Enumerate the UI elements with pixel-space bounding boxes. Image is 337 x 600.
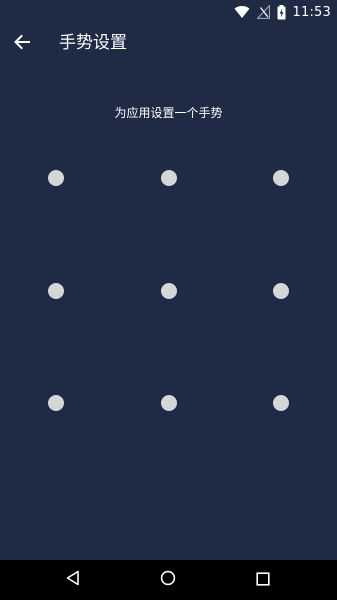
navigation-bar: [0, 560, 337, 600]
nav-recents-button[interactable]: [253, 570, 273, 590]
pattern-dot-5[interactable]: [161, 283, 177, 299]
nav-back-button[interactable]: [63, 570, 83, 590]
pattern-dot-2[interactable]: [161, 170, 177, 186]
pattern-dot-8[interactable]: [161, 395, 177, 411]
back-triangle-icon: [65, 570, 81, 590]
pattern-dot-3[interactable]: [273, 170, 289, 186]
home-circle-icon: [160, 570, 176, 590]
recents-square-icon: [256, 571, 270, 590]
pattern-dot-1[interactable]: [48, 170, 64, 186]
pattern-lock-grid[interactable]: [0, 0, 337, 560]
nav-home-button[interactable]: [158, 570, 178, 590]
pattern-dot-7[interactable]: [48, 395, 64, 411]
pattern-dot-6[interactable]: [273, 283, 289, 299]
pattern-dot-4[interactable]: [48, 283, 64, 299]
pattern-dot-9[interactable]: [273, 395, 289, 411]
